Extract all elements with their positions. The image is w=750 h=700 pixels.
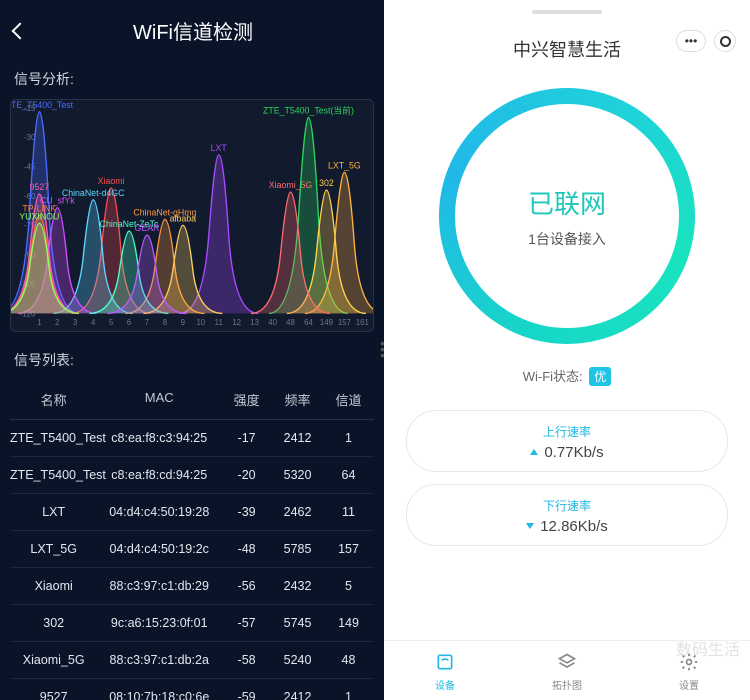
svg-text:ZTE_T5400_Test(当前): ZTE_T5400_Test(当前): [263, 105, 354, 116]
table-header: 名称 MAC 强度 频率 信道: [10, 380, 374, 420]
download-card[interactable]: 下行速率 12.86Kb/s: [406, 484, 728, 546]
page-title: WiFi信道检测: [28, 16, 358, 45]
nav-device[interactable]: 设备: [384, 651, 506, 692]
svg-text:9527: 9527: [30, 182, 50, 192]
layers-icon: [556, 651, 578, 673]
svg-text:11: 11: [215, 318, 223, 327]
table-row[interactable]: ZTE_T5400_Testc8:ea:f8:c3:94:25-1724121: [10, 420, 374, 457]
list-label: 信号列表:: [0, 344, 384, 380]
target-button[interactable]: [714, 30, 736, 52]
analysis-label: 信号分析:: [0, 63, 384, 99]
wifi-quality-badge: 优: [589, 367, 611, 386]
svg-text:157: 157: [338, 318, 351, 327]
table-row[interactable]: 3029c:a6:15:23:0f:01-575745149: [10, 605, 374, 642]
svg-text:6: 6: [127, 318, 132, 327]
svg-text:LXT_5G: LXT_5G: [328, 161, 361, 171]
upload-label: 上行速率: [407, 423, 727, 440]
left-header: WiFi信道检测: [0, 0, 384, 63]
svg-text:albaba: albaba: [170, 213, 197, 223]
device-count: 1台设备接入: [528, 229, 606, 249]
more-button[interactable]: •••: [676, 30, 706, 52]
svg-text:12: 12: [232, 318, 241, 327]
header-actions: •••: [676, 30, 736, 52]
drag-handle-icon[interactable]: [532, 10, 602, 14]
table-row[interactable]: LXT04:d4:c4:50:19:28-39246211: [10, 494, 374, 531]
wifi-status-row: Wi-Fi状态: 优: [384, 360, 750, 404]
svg-text:3: 3: [73, 318, 78, 327]
upload-card[interactable]: 上行速率 0.77Kb/s: [406, 410, 728, 472]
upload-value: 0.77Kb/s: [407, 444, 727, 461]
svg-text:40: 40: [268, 318, 277, 327]
svg-text:64: 64: [304, 318, 313, 327]
svg-text:Xiaomi_5G: Xiaomi_5G: [269, 180, 313, 190]
watermark: 数码生活: [676, 636, 740, 660]
svg-text:ZTE_T5400_Test: ZTE_T5400_Test: [11, 100, 74, 110]
status-ring[interactable]: 已联网 1台设备接入: [439, 88, 695, 344]
svg-text:Xiaomi: Xiaomi: [98, 176, 125, 186]
svg-text:149: 149: [320, 318, 333, 327]
svg-text:YUXINOU: YUXINOU: [19, 211, 59, 221]
table-row[interactable]: ZTE_T5400_Testc8:ea:f8:cd:94:25-20532064: [10, 457, 374, 494]
col-name: 名称: [10, 390, 97, 409]
back-icon[interactable]: [12, 22, 29, 39]
download-value: 12.86Kb/s: [407, 518, 727, 535]
svg-text:1: 1: [37, 318, 41, 327]
svg-text:7: 7: [145, 318, 149, 327]
table-row[interactable]: Xiaomi_5G88:c3:97:c1:db:2a-58524048: [10, 642, 374, 679]
router-status-panel: 中兴智慧生活 ••• 已联网 1台设备接入 Wi-Fi状态: 优 上行速率 0.…: [384, 0, 750, 700]
svg-text:10: 10: [196, 318, 205, 327]
table-row[interactable]: Xiaomi88:c3:97:c1:db:29-5624325: [10, 568, 374, 605]
app-title: 中兴智慧生活: [513, 36, 621, 62]
col-rssi: 强度: [221, 390, 272, 409]
nav-access[interactable]: 拓扑图: [506, 651, 628, 692]
svg-text:13: 13: [250, 318, 259, 327]
table-row[interactable]: LXT_5G04:d4:c4:50:19:2c-485785157: [10, 531, 374, 568]
svg-text:48: 48: [286, 318, 295, 327]
arrow-down-icon: [526, 523, 534, 529]
table-row[interactable]: 952708:10:7b:18:c0:6e-5924121: [10, 679, 374, 700]
wifi-channel-chart: -15-30-45-60-75-90-105-12012345678910111…: [10, 99, 374, 332]
signal-table: 名称 MAC 强度 频率 信道 ZTE_T5400_Testc8:ea:f8:c…: [10, 380, 374, 700]
wifi-channel-panel: WiFi信道检测 信号分析: -15-30-45-60-75-90-105-12…: [0, 0, 384, 700]
chart-svg: -15-30-45-60-75-90-105-12012345678910111…: [11, 100, 373, 331]
table-body[interactable]: ZTE_T5400_Testc8:ea:f8:c3:94:25-1724121Z…: [10, 420, 374, 700]
svg-text:8: 8: [163, 318, 168, 327]
svg-text:2: 2: [55, 318, 59, 327]
svg-text:302: 302: [319, 178, 334, 188]
device-icon: [434, 651, 456, 673]
svg-text:4: 4: [91, 318, 96, 327]
col-chan: 信道: [323, 390, 374, 409]
wifi-status-label: Wi-Fi状态:: [523, 369, 583, 384]
svg-text:161: 161: [356, 318, 369, 327]
svg-text:LXT: LXT: [211, 143, 228, 153]
col-mac: MAC: [97, 390, 221, 409]
svg-text:9: 9: [181, 318, 185, 327]
right-header: 中兴智慧生活 •••: [384, 30, 750, 84]
status-ring-wrap: 已联网 1台设备接入: [384, 84, 750, 360]
download-label: 下行速率: [407, 497, 727, 514]
col-freq: 频率: [272, 390, 323, 409]
arrow-up-icon: [530, 449, 538, 455]
connection-status: 已联网: [528, 184, 606, 221]
svg-text:5: 5: [109, 318, 114, 327]
svg-text:GEAR: GEAR: [135, 223, 160, 233]
